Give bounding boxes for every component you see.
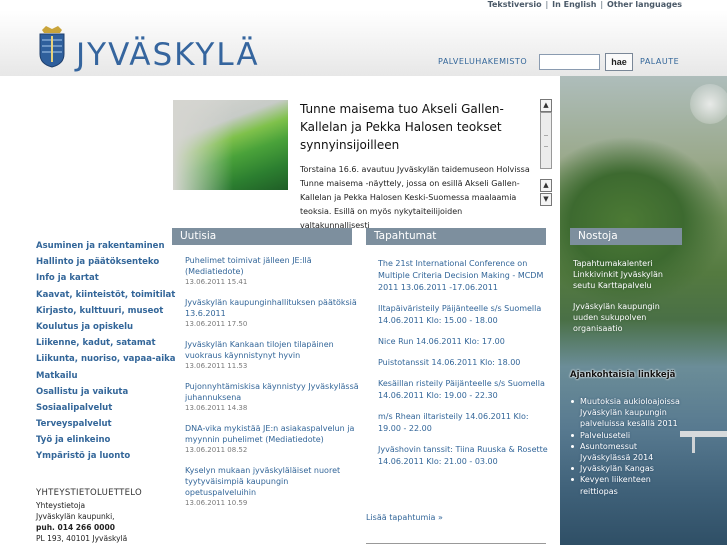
news-date: 13.06.2011 11.53 — [185, 362, 248, 370]
news-item: Jyväskylän Kankaan tilojen tilapäinen vu… — [185, 339, 360, 372]
news-item: Kyselyn mukaan jyväskyläläiset nuoret ty… — [185, 465, 360, 509]
main-navigation: Asuminen ja rakentaminen Hallinto ja pää… — [36, 238, 176, 465]
nav-item[interactable]: Info ja kartat — [36, 270, 166, 286]
feature-image[interactable] — [173, 100, 288, 190]
top-links: Tekstiversio | In English | Other langua… — [488, 0, 682, 10]
event-link[interactable]: Puistotanssit 14.06.2011 Klo: 18.00 — [378, 357, 548, 369]
news-title-link[interactable]: Jyväskylän Kankaan tilojen tilapäinen vu… — [185, 339, 360, 361]
nav-item[interactable]: Ympäristö ja luonto — [36, 448, 166, 464]
more-events-link[interactable]: Lisää tapahtumia » — [366, 513, 443, 522]
nav-item[interactable]: Liikunta, nuoriso, vapaa-aika — [36, 351, 176, 367]
news-title-link[interactable]: Puhelimet toimivat jälleen JE:llä (Media… — [185, 255, 360, 277]
separator: | — [600, 0, 604, 9]
news-item: DNA-vika mykistää JE:n asiakaspalvelun j… — [185, 423, 360, 456]
scroll-down-icon[interactable]: ▼ — [540, 193, 552, 206]
news-item: Pujonnyhtämiskisa käynnistyy Jyväskyläss… — [185, 381, 360, 414]
nav-item[interactable]: Matkailu — [36, 368, 166, 384]
pier — [680, 431, 727, 437]
current-link[interactable]: Palveluseteli — [570, 430, 682, 441]
current-links-list: Muutoksia aukioloajoissa Jyväskylän kaup… — [570, 396, 682, 497]
pick-link[interactable]: Tapahtumakalenteri Linkkivinkit Jyväskyl… — [573, 258, 683, 292]
image-highlight — [173, 100, 233, 190]
picks-list: Tapahtumakalenteri Linkkivinkit Jyväskyl… — [573, 258, 683, 343]
contact-info: YHTEYSTIETOLUETTELO Yhteystietoja Jyväsk… — [36, 488, 166, 544]
news-title-link[interactable]: Jyväskylän kaupunginhallituksen päätöksi… — [185, 297, 360, 319]
news-date: 13.06.2011 15.41 — [185, 278, 248, 286]
feedback-link[interactable]: PALAUTE — [640, 57, 679, 66]
current-link[interactable]: Muutoksia aukioloajoissa Jyväskylän kaup… — [570, 396, 682, 430]
news-title-link[interactable]: Kyselyn mukaan jyväskyläläiset nuoret ty… — [185, 465, 360, 498]
event-link[interactable]: m/s Rhean iltaristeily 14.06.2011 Klo: 1… — [378, 411, 548, 435]
contact-address: PL 193, 40101 Jyväskylä — [36, 534, 128, 543]
scroll-gap — [540, 169, 552, 179]
search-button[interactable]: hae — [605, 53, 633, 71]
scroll-grip[interactable] — [544, 135, 548, 147]
event-link[interactable]: Iltapäiväristeily Päijänteelle s/s Suome… — [378, 303, 548, 327]
news-date: 13.06.2011 10.59 — [185, 499, 248, 507]
news-header[interactable]: Uutisia — [172, 228, 352, 245]
current-link[interactable]: Kevyen liikenteen reittiopas — [570, 474, 682, 496]
news-title-link[interactable]: Pujonnyhtämiskisa käynnistyy Jyväskyläss… — [185, 381, 360, 403]
news-list: Puhelimet toimivat jälleen JE:llä (Media… — [185, 255, 360, 518]
feature-title[interactable]: Tunne maisema tuo Akseli Gallen-Kallelan… — [300, 100, 525, 154]
nav-item[interactable]: Terveyspalvelut — [36, 416, 166, 432]
site-logo[interactable]: JYVÄSKYLÄ — [76, 37, 260, 73]
contact-directory-link[interactable]: YHTEYSTIETOLUETTELO — [36, 488, 166, 499]
events-list: The 21st International Conference on Mul… — [378, 258, 548, 477]
event-link[interactable]: Jyväshovin tanssit: Tiina Ruuska & Roset… — [378, 444, 548, 468]
divider — [366, 543, 546, 544]
news-item: Jyväskylän kaupunginhallituksen päätöksi… — [185, 297, 360, 330]
event-link[interactable]: The 21st International Conference on Mul… — [378, 258, 548, 294]
nav-item[interactable]: Liikenne, kadut, satamat — [36, 335, 166, 351]
separator: | — [545, 0, 549, 9]
scroll-up-small-icon[interactable]: ▲ — [540, 179, 552, 192]
event-link[interactable]: Nice Run 14.06.2011 Klo: 17.00 — [378, 336, 548, 348]
nav-item[interactable]: Osallistu ja vaikuta — [36, 384, 166, 400]
news-date: 13.06.2011 14.38 — [185, 404, 248, 412]
news-date: 13.06.2011 17.50 — [185, 320, 248, 328]
nav-item[interactable]: Sosiaalipalvelut — [36, 400, 166, 416]
news-item: Puhelimet toimivat jälleen JE:llä (Media… — [185, 255, 360, 288]
nav-item[interactable]: Asuminen ja rakentaminen — [36, 238, 166, 254]
contact-phone: puh. 014 266 0000 — [36, 523, 115, 532]
scroll-lower: ▲ ▼ — [540, 179, 552, 207]
contact-line: Jyväskylän kaupunki, — [36, 512, 115, 521]
nav-item[interactable]: Koulutus ja opiskelu — [36, 319, 166, 335]
service-directory-link[interactable]: PALVELUHAKEMISTO — [438, 57, 527, 66]
city-crest-icon[interactable] — [36, 24, 68, 68]
feature-story: Tunne maisema tuo Akseli Gallen-Kallelan… — [173, 100, 553, 228]
nav-item[interactable]: Työ ja elinkeino — [36, 432, 166, 448]
current-link[interactable]: Asuntomessut Jyväskylässä 2014 — [570, 441, 682, 463]
feature-text: Torstaina 16.6. avautuu Jyväskylän taide… — [300, 165, 530, 228]
pick-link[interactable]: Jyväskylän kaupungin uuden sukupolven or… — [573, 301, 683, 335]
nav-item[interactable]: Kaavat, kiinteistöt, toimitilat — [36, 287, 175, 303]
scroll-track[interactable] — [540, 112, 552, 169]
current-link[interactable]: Jyväskylän Kangas — [570, 463, 682, 474]
sky-glow — [690, 84, 727, 124]
news-date: 13.06.2011 08.52 — [185, 446, 248, 454]
current-links-heading: Ajankohtaisia linkkejä — [570, 370, 676, 380]
news-title-link[interactable]: DNA-vika mykistää JE:n asiakaspalvelun j… — [185, 423, 360, 445]
picks-header: Nostoja — [570, 228, 682, 245]
scroll-up-icon[interactable]: ▲ — [540, 99, 552, 112]
english-link[interactable]: In English — [552, 0, 596, 9]
other-languages-link[interactable]: Other languages — [607, 0, 682, 9]
events-header[interactable]: Tapahtumat — [366, 228, 546, 245]
contact-line: Yhteystietoja — [36, 501, 86, 510]
nav-item[interactable]: Hallinto ja päätöksenteko — [36, 254, 166, 270]
event-link[interactable]: Kesäillan risteily Päijänteelle s/s Suom… — [378, 378, 548, 402]
pier-post — [692, 437, 695, 453]
nav-item[interactable]: Kirjasto, kulttuuri, museot — [36, 303, 166, 319]
feature-scrollbar[interactable]: ▲ ▲ ▼ — [540, 99, 552, 208]
search-input[interactable] — [539, 54, 600, 70]
text-version-link[interactable]: Tekstiversio — [488, 0, 542, 9]
